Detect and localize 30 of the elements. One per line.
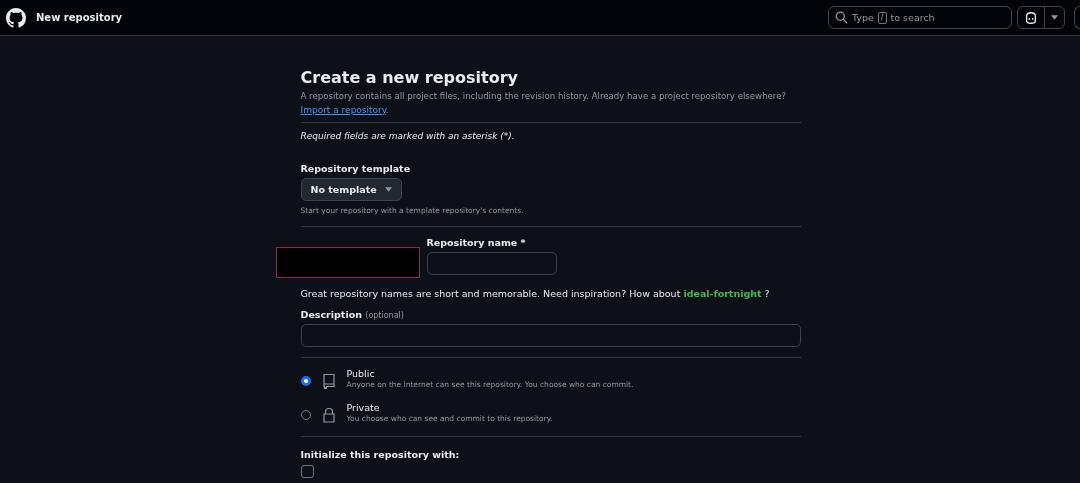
caret-icon bbox=[1051, 15, 1058, 20]
visibility-label: Public bbox=[346, 368, 376, 379]
keyboard-key: / bbox=[877, 11, 887, 24]
page-title: New repository bbox=[36, 12, 123, 23]
intro-text: A repository contains all project files, including the revision history. Already have a project repository elsewhere? bbox=[300, 90, 787, 103]
caret-icon bbox=[384, 187, 392, 192]
suggested-name-link[interactable]: ideal-fortnight bbox=[683, 288, 762, 299]
required-note: Required fields are marked with an asterisk (*). bbox=[300, 131, 516, 141]
checkbox[interactable] bbox=[300, 465, 314, 478]
radio-button[interactable] bbox=[300, 376, 311, 386]
repo-name-label: Repository name * bbox=[426, 237, 527, 248]
description-label: Description bbox=[300, 309, 362, 320]
description-field[interactable] bbox=[300, 324, 801, 347]
repo-name-field[interactable] bbox=[426, 252, 557, 275]
search-field[interactable]: Type / to search bbox=[828, 6, 1012, 29]
octocat-logo-icon[interactable] bbox=[6, 7, 26, 28]
question-mark: ? bbox=[764, 288, 770, 299]
optional-note: (optional) bbox=[365, 311, 404, 320]
template-label: Repository template bbox=[300, 163, 412, 174]
search-placeholder: Type bbox=[852, 12, 874, 23]
heading: Create a new repository bbox=[300, 68, 519, 87]
initialize-label: Initialize this repository with: bbox=[300, 449, 461, 460]
import-link[interactable]: Import a repository bbox=[300, 105, 386, 115]
search-icon bbox=[835, 11, 848, 24]
lock-icon bbox=[320, 407, 337, 423]
visibility-label: Private bbox=[346, 402, 381, 413]
repo-book-icon bbox=[320, 373, 337, 389]
suggestion-text: Great repository names are short and memorable. Need inspiration? How about bbox=[300, 288, 681, 299]
search-placeholder-tail: to search bbox=[890, 12, 935, 23]
template-dropdown[interactable]: No template bbox=[300, 178, 402, 201]
